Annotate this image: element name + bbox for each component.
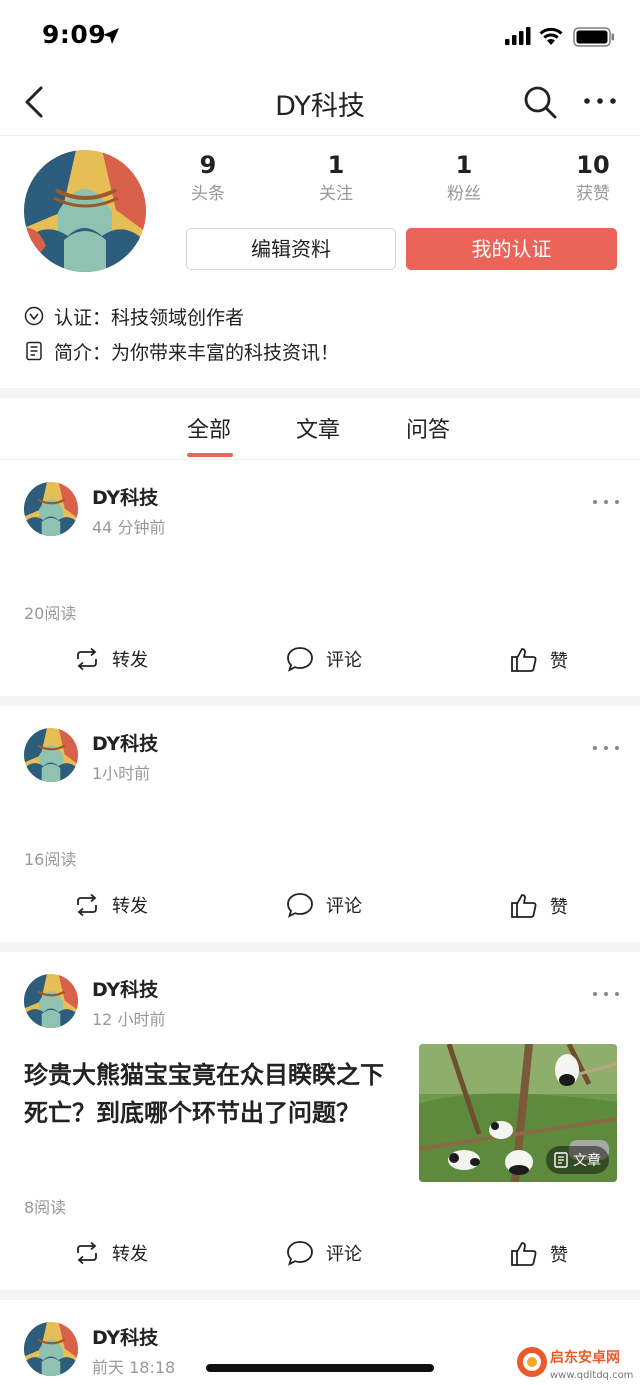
post-read-count: 8阅读 xyxy=(24,1198,67,1217)
stat-label: 粉丝 xyxy=(447,184,481,204)
repost-button[interactable]: 转发 xyxy=(74,1240,148,1266)
post-author[interactable]: DY科技 xyxy=(92,729,158,756)
stat-value: 1 xyxy=(455,151,473,179)
comment-icon xyxy=(287,1241,313,1266)
site-watermark: 启东安卓网 www.qdltdq.com xyxy=(512,1340,640,1385)
like-label: 赞 xyxy=(550,1245,568,1266)
stat-value: 1 xyxy=(327,151,345,179)
post-divider xyxy=(0,1290,640,1300)
more-options-icon[interactable] xyxy=(592,744,620,752)
my-certification-button[interactable]: 我的认证 xyxy=(406,228,617,270)
comment-button[interactable]: 评论 xyxy=(286,1240,362,1266)
document-icon xyxy=(554,1152,568,1168)
post-read-count: 16阅读 xyxy=(24,850,77,869)
edit-profile-button[interactable]: 编辑资料 xyxy=(186,228,396,270)
certification-row: 认证：科技领域创作者 xyxy=(24,302,244,330)
post-title[interactable]: 珍贵大熊猫宝宝竟在众目睽睽之下死亡？到底哪个环节出了问题？ xyxy=(24,1056,404,1132)
tab-all[interactable]: 全部 xyxy=(187,412,231,444)
stat-headlines[interactable]: 9 头条 xyxy=(158,150,258,208)
intro-text: 简介：为你带来丰富的科技资讯！ xyxy=(54,341,340,364)
post-time: 12 小时前 xyxy=(92,1010,166,1029)
comment-button[interactable]: 评论 xyxy=(286,646,362,672)
active-tab-indicator xyxy=(187,453,233,457)
stat-following[interactable]: 1 关注 xyxy=(286,150,386,208)
stat-label: 获赞 xyxy=(576,184,610,204)
like-button[interactable]: 赞 xyxy=(510,892,568,920)
stat-label: 头条 xyxy=(191,184,225,204)
stat-followers[interactable]: 1 粉丝 xyxy=(414,150,514,208)
post-avatar[interactable] xyxy=(24,728,78,782)
comment-label: 评论 xyxy=(326,896,362,917)
repost-button[interactable]: 转发 xyxy=(74,892,148,918)
home-indicator[interactable] xyxy=(206,1364,434,1372)
stat-value: 10 xyxy=(576,151,610,179)
comment-icon xyxy=(287,893,313,918)
comment-label: 评论 xyxy=(326,650,362,671)
post-author[interactable]: DY科技 xyxy=(92,1323,158,1350)
wifi-icon xyxy=(539,27,563,45)
content-tabs: 全部 文章 问答 xyxy=(0,398,640,460)
repost-icon xyxy=(77,893,97,917)
tab-qa[interactable]: 问答 xyxy=(406,412,450,444)
like-button[interactable]: 赞 xyxy=(510,646,568,674)
location-arrow-icon xyxy=(103,28,119,44)
repost-label: 转发 xyxy=(112,650,148,671)
comment-icon xyxy=(287,647,313,672)
stat-likes[interactable]: 10 获赞 xyxy=(543,150,640,208)
document-icon xyxy=(26,341,42,361)
watermark-url: www.qdltdq.com xyxy=(550,1370,633,1381)
section-divider xyxy=(0,388,640,398)
status-time: 9:09 xyxy=(42,20,107,49)
verified-check-icon xyxy=(24,306,44,326)
post-time: 前天 18:18 xyxy=(92,1358,176,1377)
repost-button[interactable]: 转发 xyxy=(74,646,148,672)
profile-header: 9 头条 1 关注 1 粉丝 10 获赞 编辑资料 我的认证 认证：科技领域创作… xyxy=(0,136,640,388)
search-icon[interactable] xyxy=(522,84,558,120)
profile-stats: 9 头条 1 关注 1 粉丝 10 获赞 xyxy=(146,150,640,210)
post-author[interactable]: DY科技 xyxy=(92,975,158,1002)
thumbs-up-icon xyxy=(511,648,537,672)
status-bar: 9:09 xyxy=(0,0,640,70)
cellular-signal-icon xyxy=(505,27,531,45)
article-badge-label: 文章 xyxy=(573,1153,601,1169)
profile-avatar[interactable] xyxy=(24,150,146,272)
tab-articles[interactable]: 文章 xyxy=(296,412,340,444)
more-options-icon[interactable] xyxy=(592,990,620,998)
more-options-icon[interactable] xyxy=(592,498,620,506)
post-divider xyxy=(0,942,640,952)
repost-label: 转发 xyxy=(112,1244,148,1265)
stat-value: 9 xyxy=(199,151,217,179)
nav-bar: DY科技 xyxy=(0,70,640,136)
stat-label: 关注 xyxy=(319,184,353,204)
feed-post[interactable]: DY科技 44 分钟前 20阅读 转发 评论 赞 xyxy=(0,460,640,696)
comment-label: 评论 xyxy=(326,1244,362,1265)
more-options-icon[interactable] xyxy=(580,86,620,116)
article-badge: 文章 xyxy=(546,1146,609,1174)
post-time: 44 分钟前 xyxy=(92,518,166,537)
post-avatar[interactable] xyxy=(24,1322,78,1376)
comment-button[interactable]: 评论 xyxy=(286,892,362,918)
certification-text: 认证：科技领域创作者 xyxy=(54,306,245,329)
post-avatar[interactable] xyxy=(24,482,78,536)
feed-post[interactable]: DY科技 1小时前 16阅读 转发 评论 赞 xyxy=(0,706,640,942)
repost-icon xyxy=(77,1241,97,1265)
like-label: 赞 xyxy=(550,651,568,672)
post-divider xyxy=(0,696,640,706)
like-button[interactable]: 赞 xyxy=(510,1240,568,1268)
repost-icon xyxy=(77,647,97,671)
post-time: 1小时前 xyxy=(92,764,151,783)
thumbs-up-icon xyxy=(511,894,537,918)
post-thumbnail[interactable]: 文章 xyxy=(419,1044,617,1182)
post-avatar[interactable] xyxy=(24,974,78,1028)
like-label: 赞 xyxy=(550,897,568,918)
thumbs-up-icon xyxy=(511,1242,537,1266)
watermark-name: 启东安卓网 xyxy=(550,1349,620,1366)
feed-post[interactable]: DY科技 12 小时前 珍贵大熊猫宝宝竟在众目睽睽之下死亡？到底哪个环节出了问题… xyxy=(0,952,640,1290)
intro-row: 简介：为你带来丰富的科技资讯！ xyxy=(24,337,339,365)
post-author[interactable]: DY科技 xyxy=(92,483,158,510)
post-read-count: 20阅读 xyxy=(24,604,77,623)
repost-label: 转发 xyxy=(112,896,148,917)
battery-icon xyxy=(573,27,614,47)
